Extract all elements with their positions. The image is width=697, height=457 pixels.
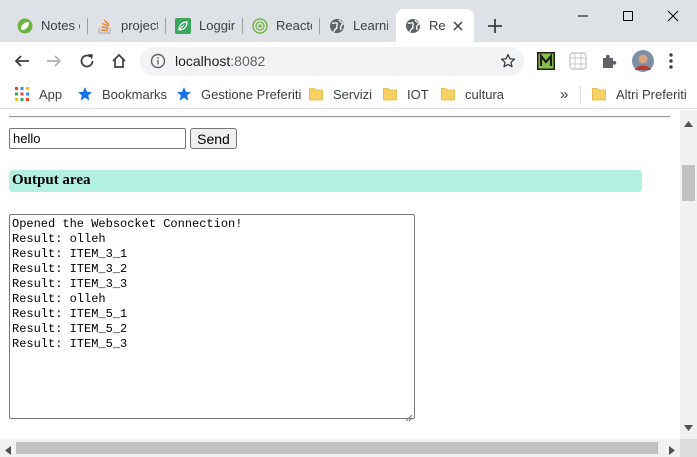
bookmark-label: Altri Preferiti [616, 86, 687, 102]
tab-title: project [121, 18, 158, 33]
bookmarks-divider [580, 86, 581, 104]
bookmark-folder-altri-preferiti[interactable]: Altri Preferiti [591, 85, 687, 103]
bookmark-gestione-preferiti[interactable]: Gestione Preferiti [176, 85, 301, 103]
bookmark-label: Gestione Preferiti [201, 86, 302, 102]
minimize-button[interactable] [560, 0, 606, 32]
profile-avatar[interactable] [632, 50, 654, 72]
back-arrow-icon [14, 55, 29, 67]
scroll-up-arrow-icon[interactable] [684, 115, 693, 130]
tab-logging[interactable]: Loggin [166, 9, 243, 42]
horizontal-scroll-thumb[interactable] [16, 442, 658, 454]
bookmark-star-icon[interactable] [500, 53, 516, 69]
message-input[interactable] [9, 128, 186, 149]
browser-toolbar: localhost:8082 [0, 42, 697, 80]
star-icon [77, 86, 93, 102]
reload-button[interactable] [72, 46, 102, 76]
info-icon[interactable] [150, 53, 166, 69]
extensions-puzzle-icon[interactable] [600, 52, 618, 70]
bookmark-app[interactable]: App [14, 85, 62, 103]
horizontal-rule [9, 116, 670, 118]
tab-title: Rea [429, 18, 446, 33]
url-text: localhost:8082 [175, 53, 265, 69]
vertical-scroll-thumb[interactable] [682, 165, 695, 201]
tab-learning[interactable]: Learnin [320, 9, 396, 42]
bookmark-label: IOT [407, 86, 429, 102]
tab-reactor[interactable]: Reacto [243, 9, 320, 42]
folder-icon [440, 86, 456, 102]
reload-icon [80, 54, 94, 68]
m-extension-icon[interactable] [537, 52, 555, 70]
home-button[interactable] [104, 46, 134, 76]
tab-title: Learnin [353, 18, 388, 33]
scroll-right-arrow-icon[interactable] [669, 443, 675, 457]
forward-arrow-icon [47, 55, 62, 67]
new-tab-button[interactable] [481, 12, 509, 40]
menu-dots-icon[interactable] [668, 52, 674, 70]
tab-notes[interactable]: Notes c [8, 9, 88, 42]
vertical-scrollbar[interactable] [680, 110, 697, 439]
close-window-button[interactable] [650, 0, 696, 32]
bookmark-folder-servizi[interactable]: Servizi [308, 85, 372, 103]
reactor-icon [252, 17, 268, 34]
resize-grip-icon[interactable] [405, 410, 413, 422]
tab-title: Reacto [276, 18, 312, 33]
bookmarks-overflow-button[interactable]: » [560, 85, 568, 103]
url-host: localhost [175, 53, 231, 69]
globe-icon [329, 18, 345, 34]
bookmark-folder-cultura[interactable]: cultura [440, 85, 504, 103]
leaf-icon [175, 17, 191, 34]
maximize-button[interactable] [605, 0, 651, 32]
bookmark-label: Servizi [333, 86, 373, 102]
output-textarea[interactable]: Opened the Websocket Connection! Result:… [9, 214, 415, 419]
bookmark-label: Bookmarks [102, 86, 168, 102]
bookmark-label: App [39, 86, 63, 102]
grid-extension-icon[interactable] [569, 52, 587, 70]
output-area-heading: Output area [9, 170, 642, 192]
close-tab-icon[interactable] [450, 18, 466, 34]
scroll-down-arrow-icon[interactable] [684, 419, 693, 434]
page-viewport: Send Output area Opened the Websocket Co… [0, 110, 680, 439]
star-icon [176, 86, 192, 102]
back-button[interactable] [7, 46, 37, 76]
folder-icon [308, 86, 324, 102]
forward-button[interactable] [39, 46, 69, 76]
tab-title: Notes c [41, 18, 80, 33]
stackoverflow-icon [97, 18, 113, 34]
url-port: :8082 [230, 53, 266, 69]
bookmark-bookmarks[interactable]: Bookmarks [77, 85, 167, 103]
scroll-left-arrow-icon[interactable] [5, 443, 11, 457]
folder-icon [382, 86, 398, 102]
scrollbar-corner [680, 439, 697, 457]
folder-icon [591, 86, 607, 102]
horizontal-scrollbar[interactable] [0, 439, 680, 457]
home-icon [112, 53, 126, 68]
bookmark-folder-iot[interactable]: IOT [382, 85, 429, 103]
tab-reactive-active[interactable]: Rea [396, 9, 474, 42]
address-bar[interactable]: localhost:8082 [140, 47, 524, 76]
apps-grid-icon [14, 86, 30, 102]
globe-icon [405, 18, 421, 34]
tab-strip: Notes c project Loggin Reacto Learnin Re [0, 0, 697, 42]
tab-project[interactable]: project [88, 9, 166, 42]
spring-leaf-icon [17, 18, 33, 34]
bookmarks-bar: App Bookmarks Gestione Preferiti Servizi… [0, 80, 697, 109]
tab-title: Loggin [199, 18, 235, 33]
bookmark-label: cultura [465, 86, 505, 102]
send-button[interactable]: Send [190, 128, 237, 149]
